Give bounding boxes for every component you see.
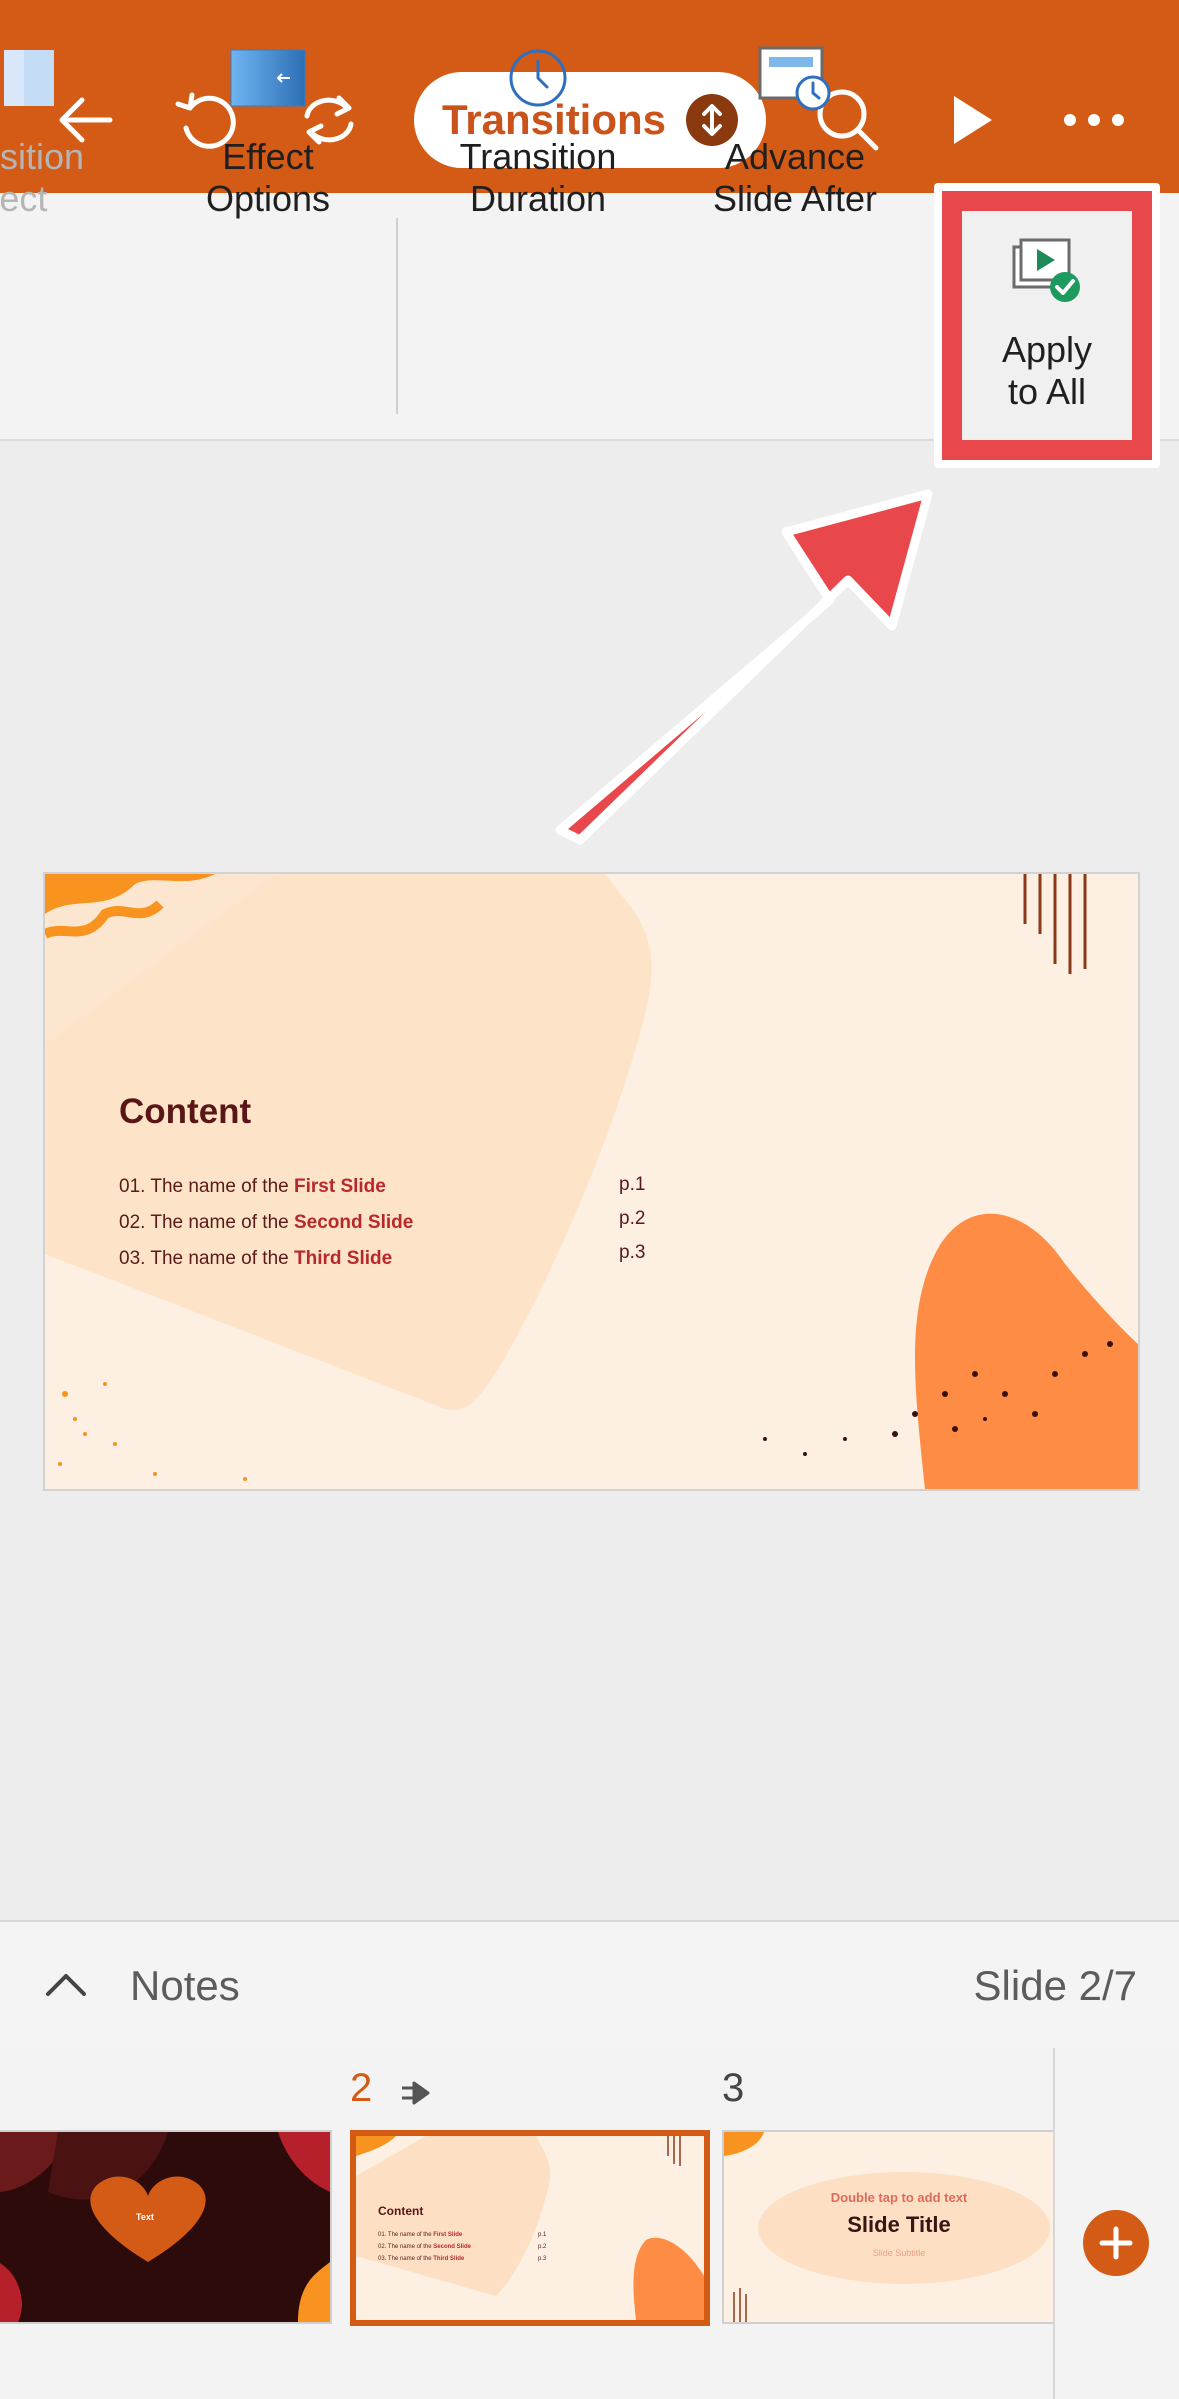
slide-row-2-text: 02. The name of the [119, 1212, 294, 1233]
plus-icon [1099, 2226, 1133, 2260]
advance-slide-label-2: Slide After [712, 178, 878, 219]
slide-thumbnail-2[interactable]: Content 01. The name of the First Slide … [350, 2130, 710, 2326]
slide-2-preview-row-1-text: 01. The name of the [378, 2232, 434, 2238]
slide-3-number: 3 [722, 2066, 745, 2110]
slide-3-subtitle: Slide Subtitle [872, 2248, 926, 2258]
transition-indicator-icon [402, 2081, 430, 2105]
transition-effect-icon [0, 30, 54, 126]
slide-row-1-text: 01. The name of the [119, 1176, 294, 1197]
chevron-up-icon[interactable] [44, 1964, 88, 2004]
transition-duration-button[interactable]: Transition Duration [438, 0, 638, 246]
apply-to-all-label-1: Apply [1001, 329, 1093, 370]
slide-2-preview-page-3: p.3 [538, 2256, 547, 2262]
slide-1-preview-art [0, 2132, 330, 2322]
play-slideshow-icon[interactable] [930, 80, 1010, 160]
advance-slide-label-1: Advance [724, 136, 866, 177]
ribbon-divider [396, 218, 398, 414]
clock-icon [507, 30, 569, 126]
slide-2-preview-row-1-bold: First Slide [433, 2232, 463, 2238]
transition-effect-button[interactable]: nsition ffect [0, 0, 140, 246]
effect-options-label-2: Options [205, 178, 331, 219]
slide-2-preview-row-2-bold: Second Slide [433, 2244, 471, 2250]
slide-2-preview-page-1: p.1 [538, 2232, 547, 2238]
slide-2-preview-page-2: p.2 [538, 2244, 547, 2250]
effect-options-button[interactable]: Effect Options [188, 0, 348, 246]
slide-2-preview-row-2-text: 02. The name of the [378, 2244, 434, 2250]
slide-page-3: p.3 [619, 1242, 646, 1263]
transition-duration-label-1: Transition [459, 136, 617, 177]
transition-duration-label-2: Duration [469, 178, 607, 219]
slide-row-3-bold: Third Slide [294, 1248, 393, 1269]
transition-effect-label-1: nsition [0, 136, 85, 177]
slide-thumbnail-1[interactable]: Text [0, 2130, 332, 2324]
slide-2-preview-row-2: 02. The name of the Second Slide [378, 2244, 471, 2250]
effect-options-label-1: Effect [222, 136, 314, 177]
slide-counter: Slide 2/7 [973, 1962, 1137, 2009]
slide-row-2: 02. The name of the Second Slide [119, 1212, 413, 1234]
more-options-icon[interactable] [1054, 80, 1134, 160]
slide-3-hint: Double tap to add text [830, 2190, 968, 2205]
slide-page-2: p.2 [619, 1208, 646, 1229]
slide-thumbnail-3[interactable]: Double tap to add text Slide Title Slide… [722, 2130, 1055, 2324]
transition-effect-label-2: ffect [0, 178, 48, 219]
advance-slide-icon [757, 30, 833, 126]
annotation-arrow [555, 489, 933, 845]
current-slide[interactable]: Content 01. The name of the First Slide … [43, 872, 1140, 1491]
slide-row-3-text: 03. The name of the [119, 1248, 294, 1269]
slide-1-preview-text: Text [136, 2212, 154, 2222]
slide-2-number: 2 [350, 2066, 373, 2110]
slide-2-preview-row-3: 03. The name of the Third Slide [378, 2256, 464, 2262]
effect-options-icon [230, 30, 306, 126]
slide-title: Content [119, 1092, 252, 1131]
slide-3-title: Slide Title [847, 2212, 951, 2237]
notes-bar[interactable]: Notes Slide 2/7 [0, 1920, 1179, 2050]
add-slide-button[interactable] [1083, 2210, 1149, 2276]
slide-row-1-bold: First Slide [294, 1176, 386, 1197]
apply-to-all-icon [1011, 223, 1083, 319]
slide-2-preview-row-3-text: 03. The name of the [378, 2256, 434, 2262]
slide-2-preview-title: Content [378, 2204, 424, 2218]
slide-row-3: 03. The name of the Third Slide [119, 1248, 392, 1270]
apply-to-all-button[interactable]: Apply to All [962, 193, 1132, 439]
advance-slide-after-button[interactable]: Advance Slide After [690, 0, 900, 246]
slide-2-preview-row-1: 01. The name of the First Slide [378, 2232, 462, 2238]
slide-page-1: p.1 [619, 1174, 646, 1195]
slide-row-2-bold: Second Slide [294, 1212, 414, 1233]
apply-to-all-label-2: to All [1007, 371, 1087, 412]
slide-2-preview-art [356, 2136, 704, 2320]
notes-label: Notes [130, 1962, 240, 2009]
slide-row-1: 01. The name of the First Slide [119, 1176, 386, 1198]
slide-2-preview-row-3-bold: Third Slide [433, 2256, 465, 2262]
